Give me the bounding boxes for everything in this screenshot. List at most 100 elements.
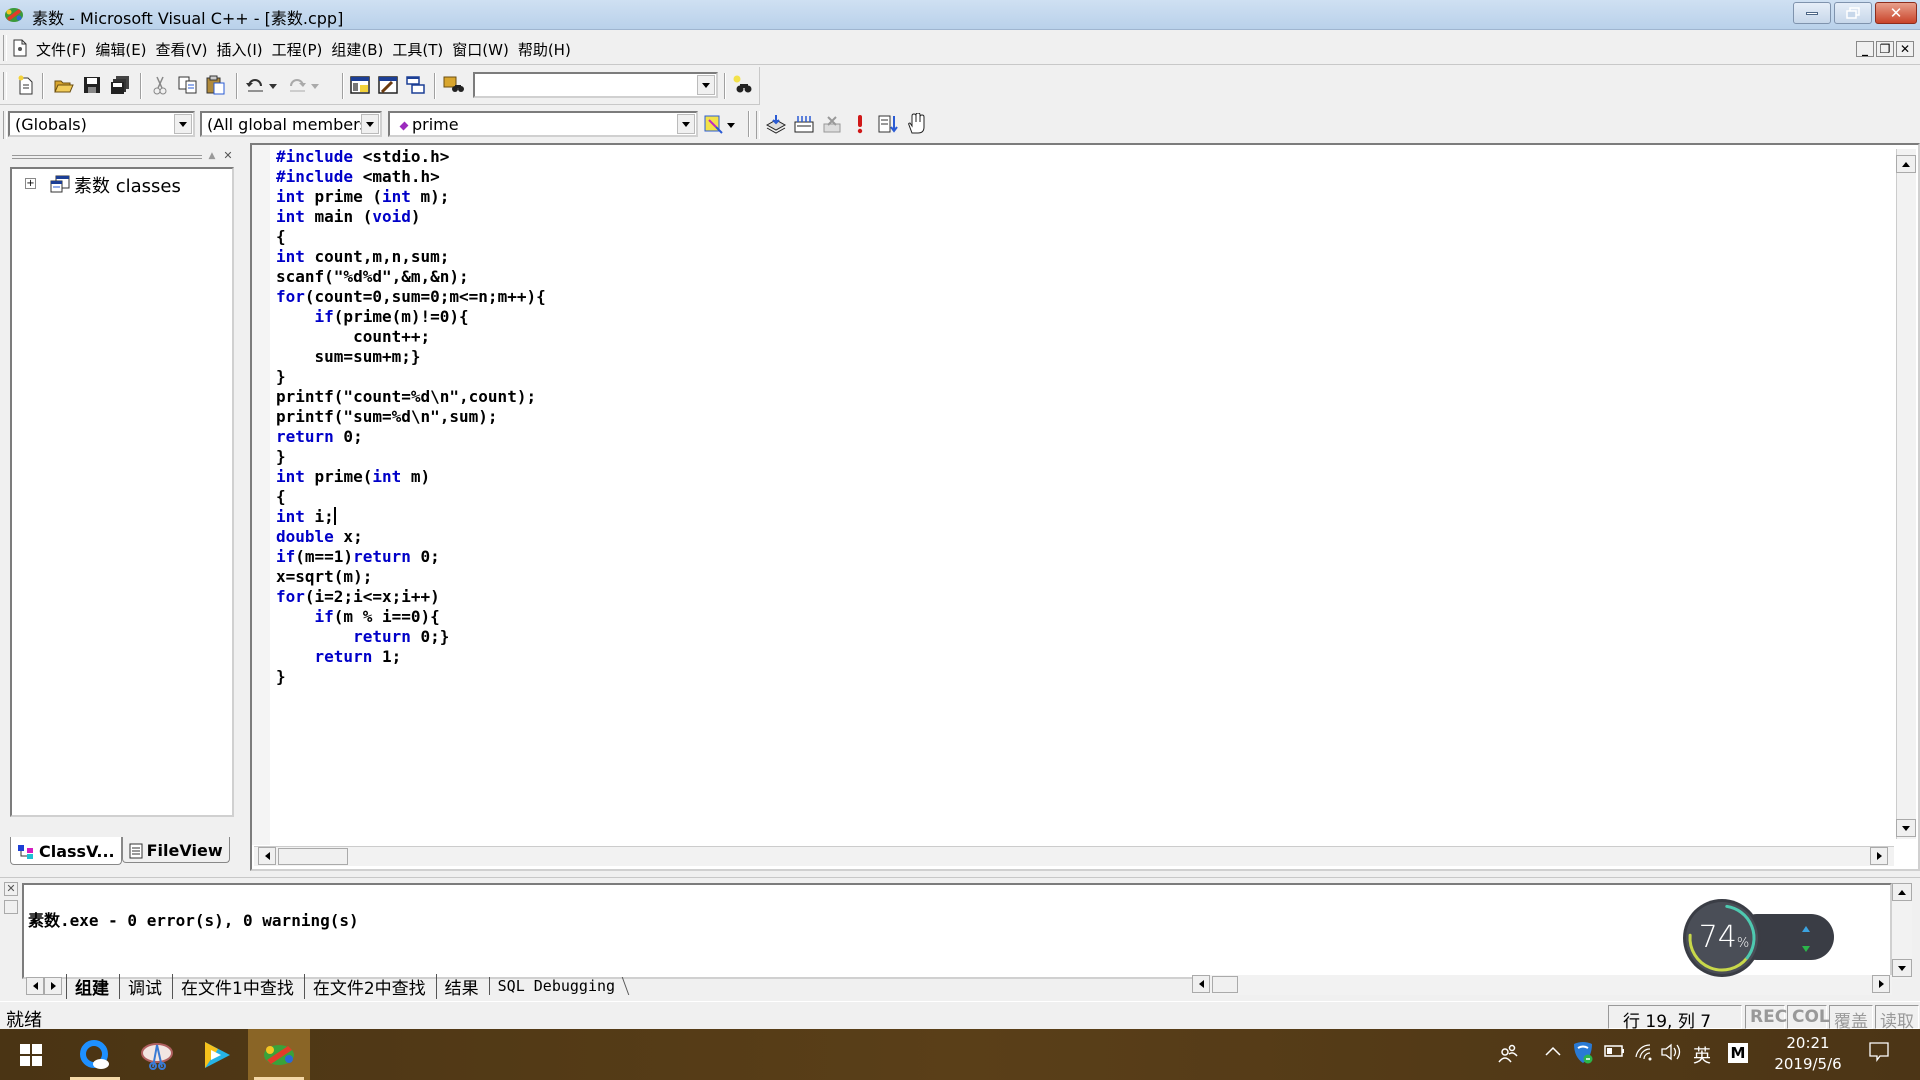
editor-horizontal-scrollbar[interactable] — [254, 846, 1894, 866]
scroll-down-button[interactable] — [1896, 819, 1916, 837]
code-line[interactable]: } — [276, 447, 546, 467]
paste-button[interactable] — [204, 73, 228, 97]
code-line[interactable]: return 1; — [276, 647, 546, 667]
input-method-mode[interactable]: M — [1728, 1043, 1748, 1063]
close-output-icon[interactable]: ✕ — [4, 882, 18, 896]
tab-build[interactable]: 组建 — [66, 973, 119, 999]
wizardbar-actions-dropdown[interactable] — [724, 113, 738, 137]
code-line[interactable]: return 0;} — [276, 627, 546, 647]
horizontal-scroll-thumb[interactable] — [1212, 976, 1238, 993]
class-scope-combo[interactable]: (Globals) — [8, 111, 195, 137]
code-line[interactable]: int count,m,n,sum; — [276, 247, 546, 267]
taskbar-paint-app[interactable] — [126, 1029, 188, 1080]
start-button[interactable] — [0, 1029, 62, 1080]
code-line[interactable]: int main (void) — [276, 207, 546, 227]
toolbar-grip[interactable] — [3, 111, 7, 139]
menu-edit[interactable]: 编辑(E) — [93, 39, 153, 60]
menu-view[interactable]: 查看(V) — [154, 39, 215, 60]
minimize-button[interactable] — [1793, 2, 1831, 24]
members-filter-combo[interactable]: (All global members — [200, 111, 382, 137]
code-line[interactable]: scanf("%d%d",&m,&n); — [276, 267, 546, 287]
scroll-left-button[interactable] — [258, 847, 276, 865]
tab-scroll-left[interactable] — [26, 977, 44, 995]
code-line[interactable]: { — [276, 487, 546, 507]
toolbar-grip[interactable] — [3, 72, 7, 100]
code-line[interactable]: if(prime(m)!=0){ — [276, 307, 546, 327]
output-vertical-scrollbar[interactable] — [1892, 883, 1912, 979]
menu-tools[interactable]: 工具(T) — [390, 39, 450, 60]
volume-icon[interactable] — [1660, 1043, 1682, 1066]
visual-cpp-app-icon[interactable] — [4, 6, 24, 24]
code-line[interactable]: { — [276, 227, 546, 247]
wifi-icon[interactable] — [1634, 1043, 1654, 1066]
find-in-files-button[interactable] — [442, 73, 466, 97]
tree-expand-icon[interactable]: + — [25, 178, 36, 189]
document-icon[interactable] — [12, 39, 28, 57]
toolbar-grip[interactable] — [756, 111, 760, 139]
code-line[interactable]: #include <stdio.h> — [276, 147, 546, 167]
go-button[interactable] — [876, 112, 900, 136]
input-method-language[interactable]: 英 — [1693, 1042, 1711, 1068]
code-line[interactable]: x=sqrt(m); — [276, 567, 546, 587]
show-hidden-icons-button[interactable] — [1544, 1043, 1562, 1063]
workspace-button[interactable] — [348, 73, 372, 97]
tab-find-in-files-1[interactable]: 在文件1中查找 — [172, 973, 304, 999]
class-scope-dropdown-button[interactable] — [174, 114, 192, 134]
new-text-file-button[interactable] — [14, 73, 38, 97]
tab-scroll-right[interactable] — [44, 977, 62, 995]
menu-build[interactable]: 组建(B) — [329, 39, 390, 60]
code-line[interactable]: for(i=2;i<=x;i++) — [276, 587, 546, 607]
scroll-right-button[interactable] — [1872, 975, 1890, 993]
compile-button[interactable] — [764, 112, 788, 136]
save-button[interactable] — [80, 73, 104, 97]
output-button[interactable] — [376, 73, 400, 97]
mdi-minimize-button[interactable]: _ — [1856, 41, 1874, 57]
menu-file[interactable]: 文件(F) — [34, 39, 93, 60]
horizontal-scroll-thumb[interactable] — [278, 848, 348, 865]
menu-insert[interactable]: 插入(I) — [215, 39, 270, 60]
cut-button[interactable] — [148, 73, 172, 97]
scroll-down-button[interactable] — [1892, 959, 1912, 977]
clock[interactable]: 20:21 2019/5/6 — [1768, 1033, 1848, 1075]
tree-item-classes[interactable]: 素数 classes — [74, 172, 181, 198]
build-button[interactable] — [792, 112, 816, 136]
code-line[interactable]: } — [276, 667, 546, 687]
code-line[interactable]: printf("count=%d\n",count); — [276, 387, 546, 407]
find-combo-dropdown-button[interactable] — [697, 75, 715, 95]
system-monitor-widget[interactable]: 0K/s 0K/s 74% — [1686, 902, 1874, 974]
insert-remove-breakpoint-button[interactable] — [904, 112, 928, 136]
code-line[interactable]: sum=sum+m;} — [276, 347, 546, 367]
undo-button[interactable] — [244, 73, 280, 97]
redo-button[interactable] — [286, 73, 322, 97]
menu-window[interactable]: 窗口(W) — [450, 39, 516, 60]
close-button[interactable]: ✕ — [1875, 2, 1917, 24]
maximize-pane-icon[interactable]: ▲ — [206, 151, 218, 163]
scroll-left-button[interactable] — [1192, 975, 1210, 993]
tab-sql-debugging[interactable]: SQL Debugging — [488, 977, 625, 995]
menubar-grip[interactable] — [3, 35, 7, 61]
save-all-button[interactable] — [108, 73, 132, 97]
editor-gutter[interactable] — [252, 145, 270, 845]
code-line[interactable]: count++; — [276, 327, 546, 347]
source-code[interactable]: #include <stdio.h> #include <math.h> int p… — [276, 147, 546, 687]
people-icon[interactable] — [1498, 1043, 1518, 1068]
find-combo-box[interactable] — [473, 72, 718, 98]
code-line[interactable]: printf("sum=%d\n",sum); — [276, 407, 546, 427]
workspace-grip[interactable] — [12, 155, 202, 159]
battery-icon[interactable] — [1604, 1043, 1626, 1063]
menu-help[interactable]: 帮助(H) — [516, 39, 578, 60]
tab-find-in-files-2[interactable]: 在文件2中查找 — [303, 973, 436, 999]
wizardbar-actions-button[interactable] — [702, 113, 726, 137]
restore-button[interactable] — [1834, 2, 1872, 24]
code-line[interactable]: int prime (int m); — [276, 187, 546, 207]
stop-build-button[interactable] — [820, 112, 844, 136]
mdi-restore-button[interactable]: ❐ — [1876, 41, 1894, 57]
code-line[interactable]: double x; — [276, 527, 546, 547]
close-pane-icon[interactable]: ✕ — [222, 149, 234, 162]
execute-button[interactable] — [848, 112, 872, 136]
scroll-up-button[interactable] — [1892, 883, 1912, 901]
action-center-icon[interactable] — [1868, 1041, 1890, 1068]
find-button[interactable] — [730, 73, 754, 97]
taskbar-video-player[interactable] — [186, 1029, 248, 1080]
tab-debug[interactable]: 调试 — [119, 973, 172, 999]
